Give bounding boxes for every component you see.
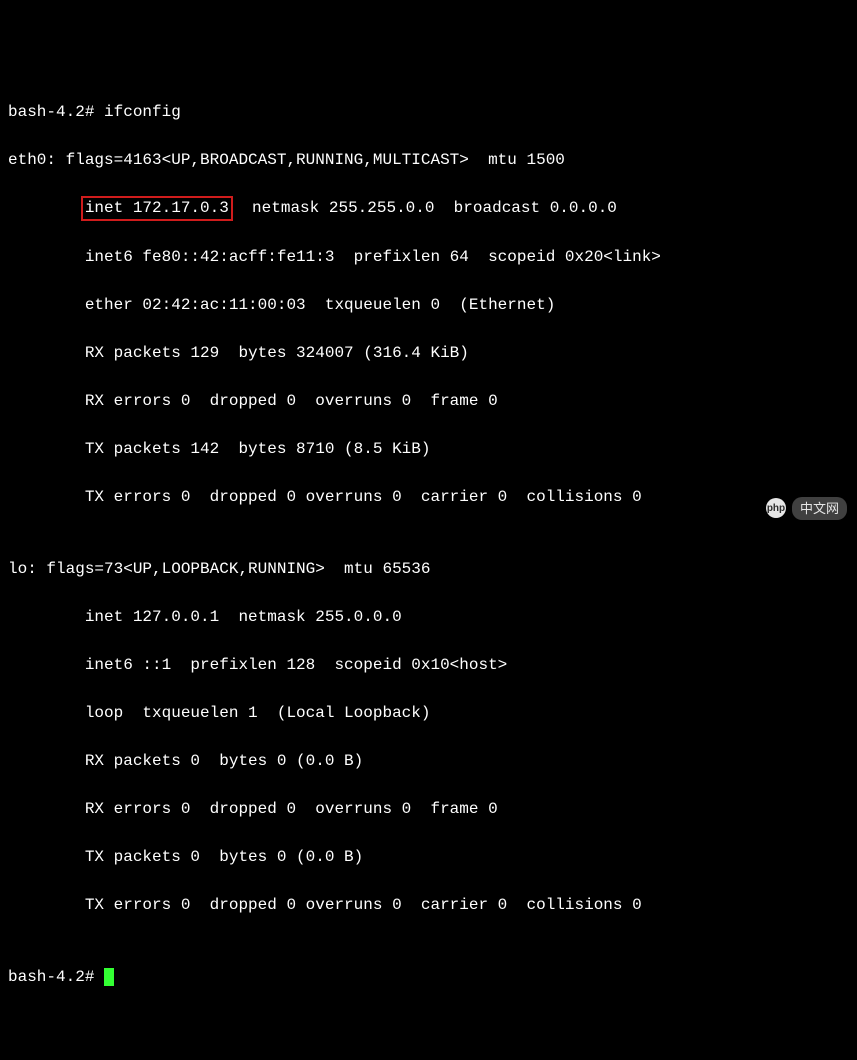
lo-inet6-line: inet6 ::1 prefixlen 128 scopeid 0x10<hos…: [8, 653, 849, 677]
eth0-inet-rest: netmask 255.255.0.0 broadcast 0.0.0.0: [233, 199, 617, 217]
shell-prompt: bash-4.2#: [8, 968, 104, 986]
eth0-rx-packets: RX packets 129 bytes 324007 (316.4 KiB): [8, 341, 849, 365]
lo-tx-packets: TX packets 0 bytes 0 (0.0 B): [8, 845, 849, 869]
eth0-inet-line: inet 172.17.0.3 netmask 255.255.0.0 broa…: [8, 196, 849, 221]
eth0-ether-line: ether 02:42:ac:11:00:03 txqueuelen 0 (Et…: [8, 293, 849, 317]
eth0-inet-highlight: inet 172.17.0.3: [81, 196, 233, 221]
lo-rx-errors: RX errors 0 dropped 0 overruns 0 frame 0: [8, 797, 849, 821]
eth0-tx-packets: TX packets 142 bytes 8710 (8.5 KiB): [8, 437, 849, 461]
lo-inet-line: inet 127.0.0.1 netmask 255.0.0.0: [8, 605, 849, 629]
eth0-inet6-line: inet6 fe80::42:acff:fe11:3 prefixlen 64 …: [8, 245, 849, 269]
lo-tx-errors: TX errors 0 dropped 0 overruns 0 carrier…: [8, 893, 849, 917]
terminal-line[interactable]: bash-4.2#: [8, 965, 849, 989]
eth0-header: eth0: flags=4163<UP,BROADCAST,RUNNING,MU…: [8, 148, 849, 172]
shell-prompt: bash-4.2#: [8, 103, 104, 121]
eth0-tx-errors: TX errors 0 dropped 0 overruns 0 carrier…: [8, 485, 849, 509]
watermark: php 中文网: [766, 497, 847, 521]
terminal-line[interactable]: bash-4.2# ifconfig: [8, 100, 849, 124]
watermark-logo-icon: php: [766, 498, 786, 518]
cursor-icon: [104, 968, 114, 986]
lo-header: lo: flags=73<UP,LOOPBACK,RUNNING> mtu 65…: [8, 557, 849, 581]
lo-loop-line: loop txqueuelen 1 (Local Loopback): [8, 701, 849, 725]
lo-rx-packets: RX packets 0 bytes 0 (0.0 B): [8, 749, 849, 773]
watermark-text: 中文网: [792, 497, 847, 521]
command-text: ifconfig: [104, 103, 181, 121]
eth0-rx-errors: RX errors 0 dropped 0 overruns 0 frame 0: [8, 389, 849, 413]
